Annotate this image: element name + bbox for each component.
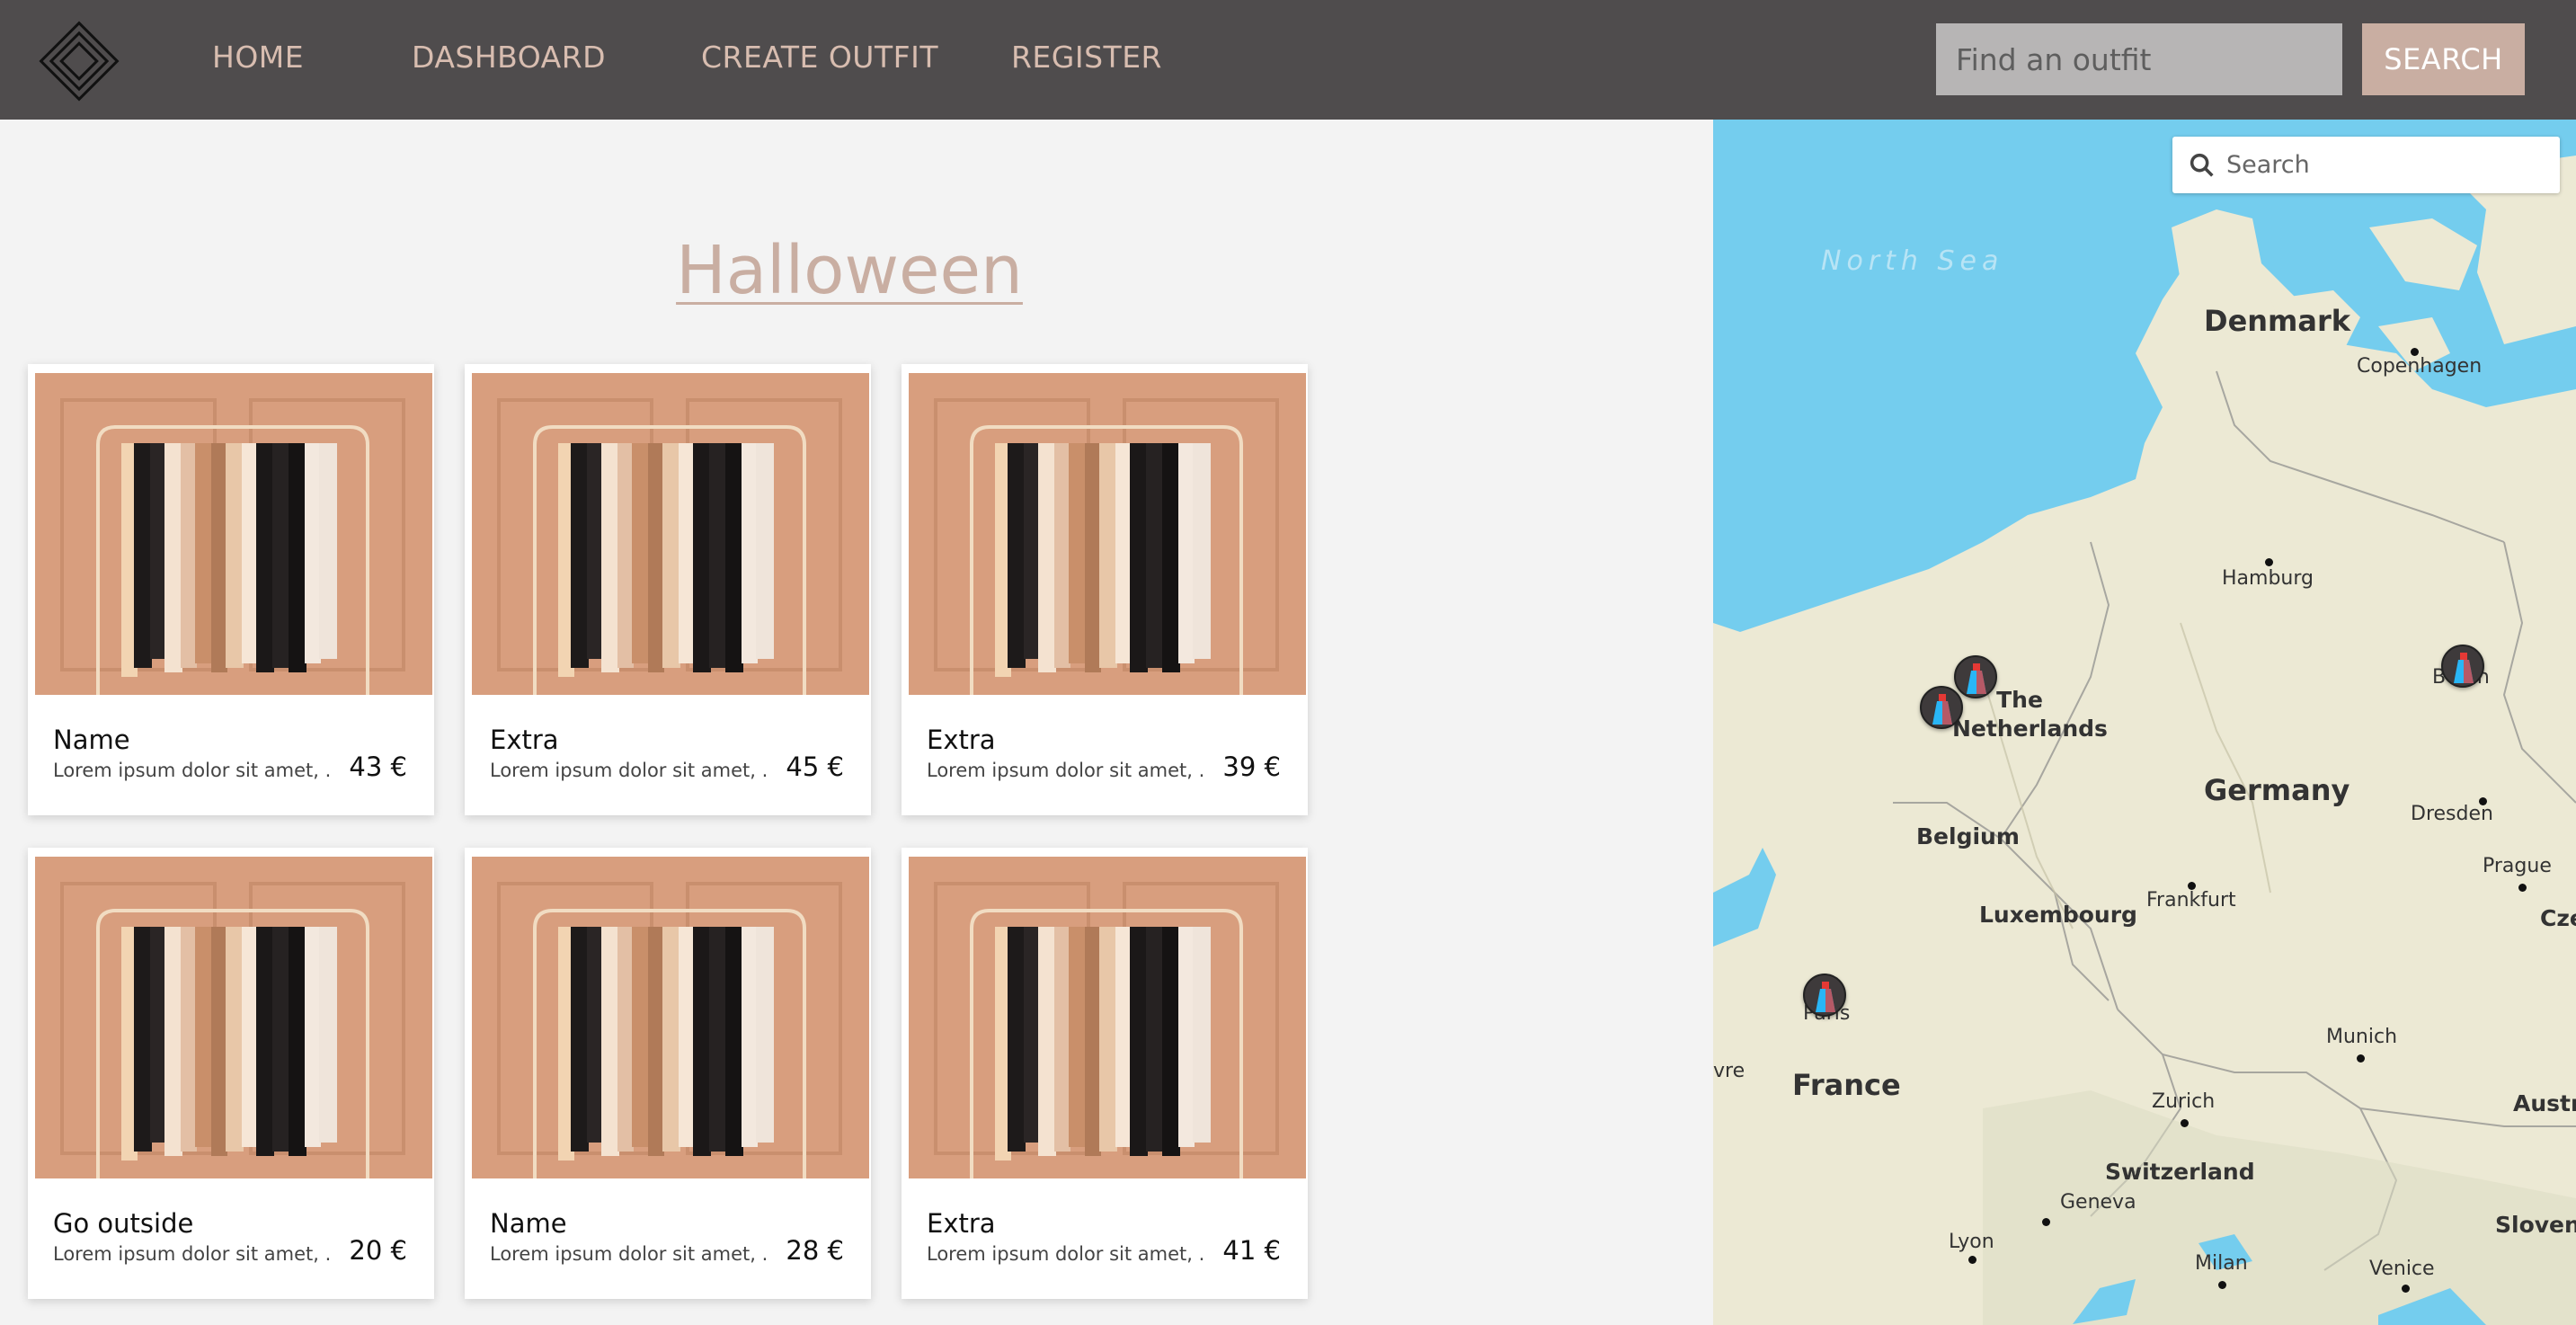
nav-register-link[interactable]: REGISTER bbox=[1011, 40, 1162, 75]
country-label: Austria bbox=[2513, 1090, 2576, 1116]
outfit-description: Lorem ipsum dolor sit amet, ... bbox=[490, 760, 768, 781]
outfit-price: 20 € bbox=[349, 1235, 407, 1266]
country-label: Luxembourg bbox=[1979, 902, 2137, 928]
outfit-image bbox=[472, 857, 869, 1178]
outfit-card[interactable]: Go outside Lorem ipsum dolor sit amet, .… bbox=[28, 848, 434, 1299]
map[interactable]: North Sea Denmark Germany Belgium Luxemb… bbox=[1713, 120, 2576, 1325]
outfit-card[interactable]: Extra Lorem ipsum dolor sit amet, ... 45… bbox=[465, 364, 871, 815]
outfit-card[interactable]: Name Lorem ipsum dolor sit amet, ... 28 … bbox=[465, 848, 871, 1299]
outfit-name: Name bbox=[53, 725, 130, 755]
city-dot bbox=[2402, 1285, 2410, 1293]
search-icon bbox=[2190, 153, 2214, 177]
nav-create-outfit-link[interactable]: CREATE OUTFIT bbox=[701, 40, 938, 75]
city-dot bbox=[2265, 558, 2273, 566]
country-label: Slovenia bbox=[2495, 1212, 2576, 1238]
outfit-price: 28 € bbox=[786, 1235, 844, 1266]
city-dot bbox=[1968, 1256, 1976, 1264]
outfit-card[interactable]: Extra Lorem ipsum dolor sit amet, ... 41… bbox=[902, 848, 1308, 1299]
country-label: Germany bbox=[2204, 773, 2350, 807]
sea-label: North Sea bbox=[1821, 245, 2004, 277]
outfit-name: Extra bbox=[927, 725, 996, 755]
nav-dashboard-link[interactable]: DASHBOARD bbox=[412, 40, 606, 75]
city-dot bbox=[2218, 1281, 2226, 1289]
city-label: Hamburg bbox=[2222, 567, 2314, 590]
navbar: HOME DASHBOARD CREATE OUTFIT REGISTER SE… bbox=[0, 0, 2576, 120]
map-search-input[interactable] bbox=[2226, 144, 2550, 185]
outfit-description: Lorem ipsum dolor sit amet, ... bbox=[490, 1243, 768, 1265]
outfit-price: 39 € bbox=[1222, 751, 1281, 782]
outfit-name: Extra bbox=[927, 1208, 996, 1239]
outfit-image bbox=[35, 857, 432, 1178]
dress-marker-icon[interactable] bbox=[1954, 655, 1997, 698]
outfit-price: 45 € bbox=[786, 751, 844, 782]
outfit-name: Extra bbox=[490, 725, 559, 755]
outfit-image bbox=[472, 373, 869, 695]
logo-icon[interactable] bbox=[32, 14, 126, 108]
city-label: Milan bbox=[2195, 1252, 2248, 1275]
dress-marker-icon[interactable] bbox=[2441, 645, 2484, 688]
city-label: vre bbox=[1713, 1060, 1745, 1082]
city-dot bbox=[2357, 1054, 2365, 1063]
outfit-price: 41 € bbox=[1222, 1235, 1281, 1266]
outfit-description: Lorem ipsum dolor sit amet, ... bbox=[927, 1243, 1205, 1265]
map-search-box[interactable] bbox=[2172, 137, 2560, 193]
city-dot bbox=[2181, 1119, 2189, 1127]
country-label: Switzerland bbox=[2105, 1159, 2255, 1185]
city-label: Frankfurt bbox=[2146, 889, 2236, 911]
city-dot bbox=[2042, 1218, 2050, 1226]
outfit-card[interactable]: Name Lorem ipsum dolor sit amet, ... 43 … bbox=[28, 364, 434, 815]
city-label: Copenhagen bbox=[2357, 355, 2483, 378]
outfit-card[interactable]: Extra Lorem ipsum dolor sit amet, ... 39… bbox=[902, 364, 1308, 815]
nav-home-link[interactable]: HOME bbox=[212, 40, 304, 75]
city-dot bbox=[2518, 884, 2527, 892]
page-title: Halloween bbox=[676, 232, 1023, 309]
country-label: France bbox=[1792, 1068, 1901, 1102]
city-label: Geneva bbox=[2060, 1191, 2136, 1214]
city-label: Czec bbox=[2540, 905, 2576, 931]
outfit-description: Lorem ipsum dolor sit amet, ... bbox=[927, 760, 1205, 781]
city-label: Lyon bbox=[1949, 1231, 1994, 1253]
dress-marker-icon[interactable] bbox=[1920, 686, 1963, 729]
outfit-description: Lorem ipsum dolor sit amet, ... bbox=[53, 760, 332, 781]
country-label: Denmark bbox=[2204, 304, 2351, 338]
city-label: Munich bbox=[2326, 1026, 2398, 1048]
country-label: Belgium bbox=[1916, 823, 2020, 849]
outfit-search-input[interactable] bbox=[1936, 23, 2342, 95]
outfit-name: Name bbox=[490, 1208, 567, 1239]
outfit-name: Go outside bbox=[53, 1208, 194, 1239]
dress-marker-icon[interactable] bbox=[1803, 974, 1846, 1017]
outfit-price: 43 € bbox=[349, 751, 407, 782]
map-terrain[interactable] bbox=[1713, 120, 2576, 1325]
outfit-image bbox=[909, 373, 1306, 695]
search-button[interactable]: SEARCH bbox=[2362, 23, 2525, 95]
city-label: Prague bbox=[2483, 855, 2552, 877]
outfit-image bbox=[909, 857, 1306, 1178]
outfit-image bbox=[35, 373, 432, 695]
city-label: Venice bbox=[2369, 1258, 2435, 1280]
city-label: Zurich bbox=[2152, 1090, 2216, 1113]
city-label: Dresden bbox=[2411, 803, 2493, 825]
outfit-description: Lorem ipsum dolor sit amet, ... bbox=[53, 1243, 332, 1265]
